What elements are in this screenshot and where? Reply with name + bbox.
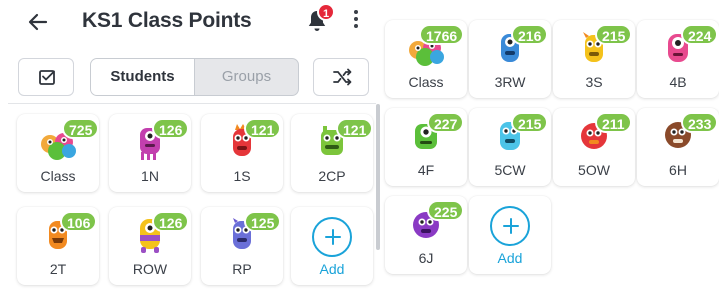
points-badge: 121 bbox=[244, 118, 282, 139]
group-label: 6H bbox=[669, 162, 687, 178]
left-panel: KS1 Class Points 1 Students Groups 725 C… bbox=[0, 0, 380, 303]
group-card-3s[interactable]: 215 3S bbox=[553, 20, 635, 98]
points-badge: 215 bbox=[511, 112, 549, 133]
group-card-3rw[interactable]: 216 3RW bbox=[469, 20, 551, 98]
points-badge: 121 bbox=[336, 118, 374, 139]
add-group-button[interactable]: Add bbox=[291, 207, 373, 285]
group-label: 5CW bbox=[494, 162, 526, 178]
group-label: 4B bbox=[669, 74, 687, 90]
points-badge: 211 bbox=[595, 112, 632, 133]
points-badge: 725 bbox=[62, 118, 100, 139]
divider bbox=[8, 103, 376, 104]
group-card-2t[interactable]: 106 2T bbox=[17, 207, 99, 285]
random-picker-button[interactable] bbox=[313, 58, 369, 96]
group-card-4b[interactable]: 224 4B bbox=[637, 20, 719, 98]
back-arrow-icon[interactable] bbox=[26, 10, 50, 34]
group-label: 5OW bbox=[578, 162, 610, 178]
group-label: RP bbox=[232, 261, 252, 277]
shuffle-icon bbox=[333, 68, 352, 86]
points-badge: 227 bbox=[427, 112, 465, 133]
plus-icon bbox=[312, 217, 352, 257]
group-label: 6J bbox=[418, 250, 434, 266]
group-card-6h[interactable]: 233 6H bbox=[637, 108, 719, 186]
more-options-icon[interactable] bbox=[352, 10, 360, 32]
page-title: KS1 Class Points bbox=[82, 9, 252, 32]
group-label: ROW bbox=[132, 261, 168, 277]
group-card-class[interactable]: 725 Class bbox=[17, 114, 100, 192]
points-badge: 126 bbox=[152, 118, 190, 139]
points-badge: 125 bbox=[244, 211, 282, 232]
top-bar: KS1 Class Points 1 bbox=[0, 0, 380, 44]
points-badge: 106 bbox=[60, 211, 98, 232]
notification-count-badge: 1 bbox=[317, 3, 335, 21]
view-controls: Students Groups bbox=[0, 56, 380, 98]
add-label: Add bbox=[319, 261, 345, 277]
select-multiple-button[interactable] bbox=[18, 58, 74, 96]
add-label: Add bbox=[497, 250, 523, 266]
students-groups-toggle: Students Groups bbox=[90, 58, 299, 96]
group-card-5cw[interactable]: 215 5CW bbox=[469, 108, 551, 186]
group-card-4f[interactable]: 227 4F bbox=[385, 108, 467, 186]
group-label: Class bbox=[40, 168, 76, 184]
add-group-button[interactable]: Add bbox=[469, 196, 551, 274]
group-label: 3S bbox=[585, 74, 603, 90]
group-label: 2T bbox=[49, 261, 67, 277]
group-label: Class bbox=[408, 74, 444, 90]
group-label: 1N bbox=[141, 168, 159, 184]
points-badge: 215 bbox=[595, 24, 633, 45]
group-card-2cp[interactable]: 121 2CP bbox=[291, 114, 374, 192]
group-card-1n[interactable]: 126 1N bbox=[109, 114, 191, 192]
points-badge: 225 bbox=[427, 200, 465, 221]
points-badge: 224 bbox=[681, 24, 719, 45]
points-badge: 1766 bbox=[419, 24, 465, 45]
group-card-5ow[interactable]: 211 5OW bbox=[553, 108, 635, 186]
plus-icon bbox=[490, 206, 530, 246]
tab-groups[interactable]: Groups bbox=[195, 59, 298, 95]
group-label: 1S bbox=[233, 168, 251, 184]
points-badge: 126 bbox=[152, 211, 190, 232]
checkbox-icon bbox=[39, 70, 55, 85]
tab-students[interactable]: Students bbox=[91, 59, 195, 95]
group-card-6j[interactable]: 225 6J bbox=[385, 196, 467, 274]
right-panel: 1766 Class 216 3RW 215 3S 224 4B 227 4F … bbox=[380, 0, 719, 303]
group-card-1s[interactable]: 121 1S bbox=[201, 114, 283, 192]
points-badge: 216 bbox=[511, 24, 549, 45]
group-label: 2CP bbox=[318, 168, 346, 184]
group-card-class[interactable]: 1766 Class bbox=[385, 20, 467, 98]
group-label: 4F bbox=[417, 162, 435, 178]
group-label: 3RW bbox=[494, 74, 526, 90]
group-card-row[interactable]: 126 ROW bbox=[109, 207, 191, 285]
points-badge: 233 bbox=[681, 112, 719, 133]
group-card-rp[interactable]: 125 RP bbox=[201, 207, 283, 285]
